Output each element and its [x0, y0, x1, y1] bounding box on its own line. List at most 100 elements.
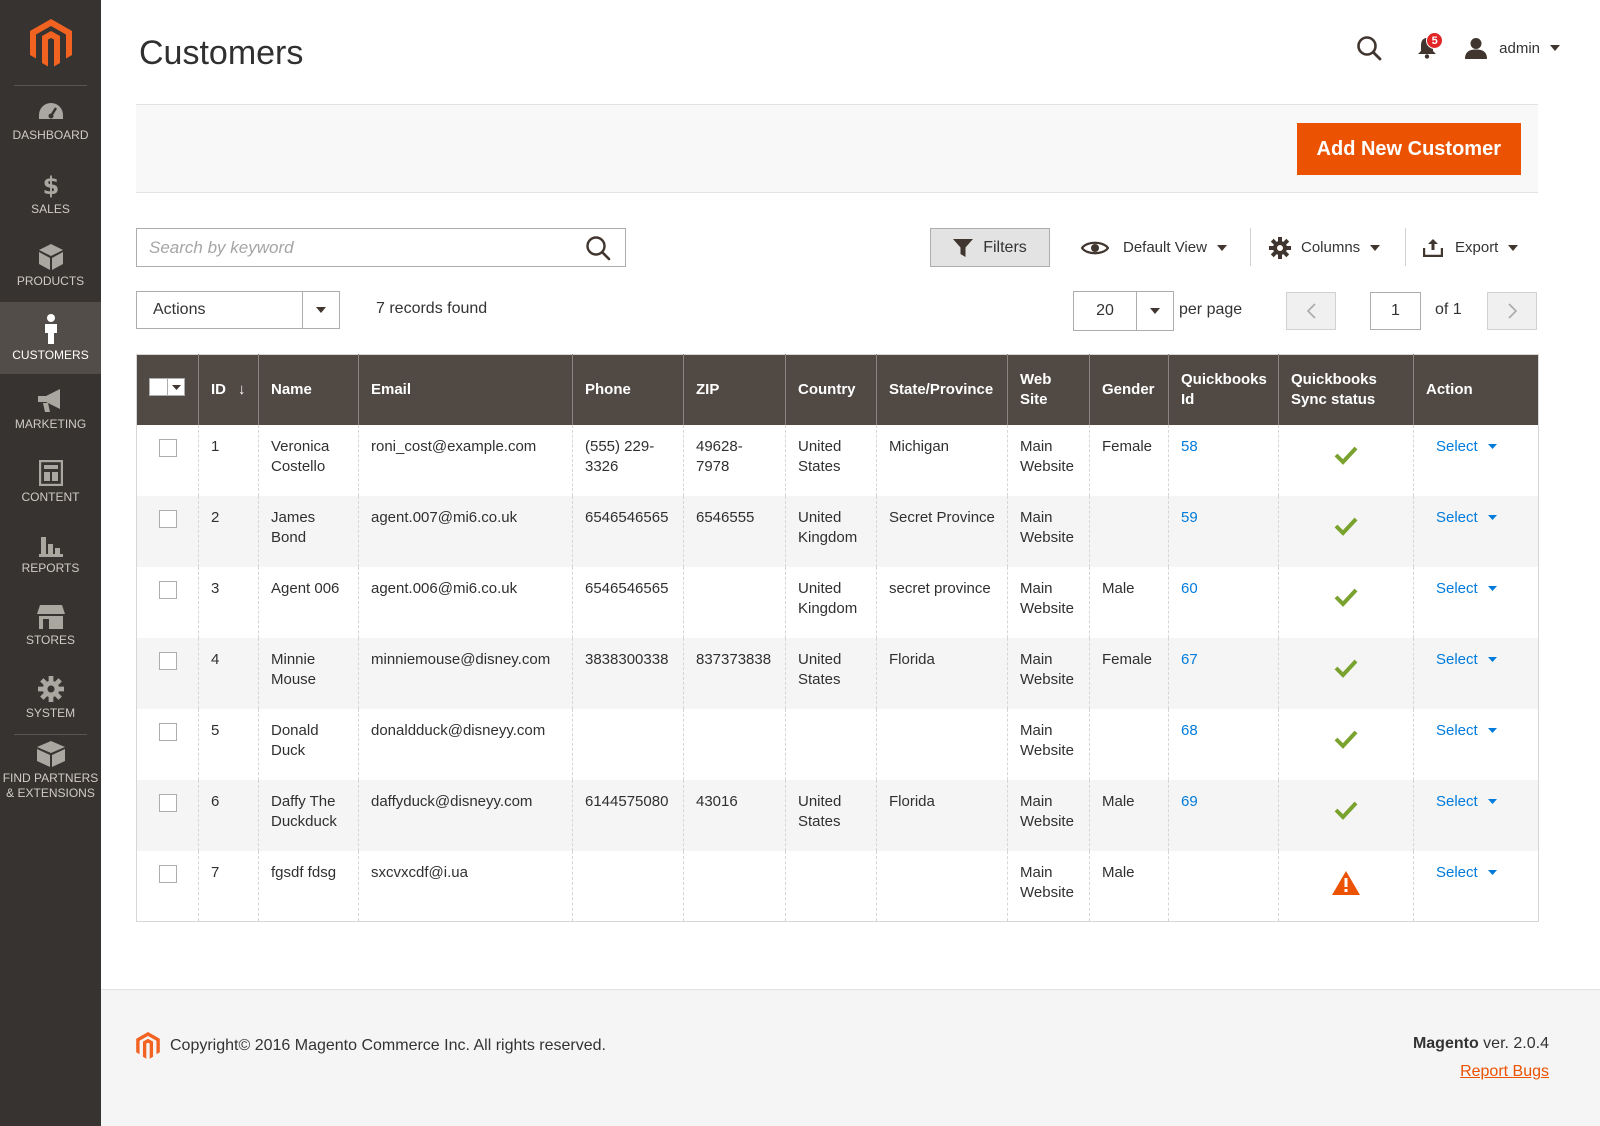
row-action-select[interactable]: Select — [1436, 437, 1497, 457]
dollar-icon: $ — [42, 172, 60, 202]
row-checkbox[interactable] — [159, 651, 177, 670]
sidebar-item-customers[interactable]: CUSTOMERS — [0, 302, 101, 374]
table-row[interactable]: 3 Agent 006 agent.006@mi6.co.uk 6546546565 U… — [136, 566, 1539, 638]
cell-id: 4 — [198, 637, 259, 709]
row-checkbox[interactable] — [159, 793, 177, 812]
cell-quickbooks-sync-status — [1278, 779, 1414, 851]
row-checkbox[interactable] — [159, 509, 177, 528]
export-icon — [1423, 238, 1443, 257]
mass-select-checkbox[interactable] — [149, 378, 185, 397]
previous-page-button[interactable] — [1286, 292, 1336, 330]
row-checkbox[interactable] — [159, 864, 177, 883]
cell-phone: 6546546565 — [572, 566, 684, 638]
notifications-button[interactable]: 5 — [1409, 30, 1445, 66]
row-action-label: Select — [1436, 650, 1478, 668]
mass-select-header — [136, 354, 199, 425]
cell-email: daffyduck@disneyy.com — [358, 779, 573, 851]
columns-dropdown[interactable]: Columns — [1269, 228, 1381, 267]
header-actions: 5 admin — [1329, 30, 1560, 66]
keyword-search-button[interactable] — [583, 233, 613, 263]
sidebar-item-system[interactable]: SYSTEM — [0, 662, 101, 734]
column-header-quickbooks-id[interactable]: Quickbooks Id — [1168, 354, 1279, 425]
mass-select-toggle[interactable] — [167, 379, 184, 396]
per-page-label: per page — [1179, 301, 1243, 318]
quickbooks-id-link[interactable]: 69 — [1181, 793, 1198, 810]
sidebar-item-label: STORES — [25, 632, 76, 647]
sidebar-item-content[interactable]: CONTENT — [0, 446, 101, 518]
cell-name: Donald Duck — [258, 708, 359, 780]
sidebar-item-stores[interactable]: STORES — [0, 590, 101, 662]
column-header-email[interactable]: Email — [358, 354, 573, 425]
notification-count-badge: 5 — [1426, 32, 1444, 49]
next-page-button[interactable] — [1487, 292, 1537, 330]
cell-quickbooks-sync-status — [1278, 850, 1414, 922]
global-search-button[interactable] — [1351, 30, 1387, 66]
row-action-select[interactable]: Select — [1436, 508, 1497, 528]
column-header-state[interactable]: State/Province — [876, 354, 1008, 425]
table-row[interactable]: 4 Minnie Mouse minniemouse@disney.com 38383… — [136, 637, 1539, 709]
column-header-id[interactable]: ID ↓ — [198, 354, 259, 425]
view-dropdown[interactable]: Default View — [1081, 228, 1227, 267]
quickbooks-id-link[interactable]: 58 — [1181, 438, 1198, 455]
column-header-country[interactable]: Country — [785, 354, 877, 425]
user-icon — [1465, 38, 1488, 59]
report-bugs-link[interactable]: Report Bugs — [1460, 1063, 1549, 1081]
table-row[interactable]: 5 Donald Duck donaldduck@disneyy.com Main W… — [136, 708, 1539, 780]
table-row[interactable]: 7 fgsdf fdsg sxcvxcdf@i.ua Main Website Male… — [136, 850, 1539, 922]
cell-quickbooks-id: 60 — [1168, 566, 1279, 638]
quickbooks-id-link[interactable]: 68 — [1181, 722, 1198, 739]
current-page-input[interactable] — [1370, 292, 1421, 330]
quickbooks-id-link[interactable]: 60 — [1181, 580, 1198, 597]
cell-email: roni_cost@example.com — [358, 424, 573, 496]
sidebar-item-reports[interactable]: REPORTS — [0, 518, 101, 590]
admin-user-menu[interactable]: admin — [1465, 37, 1560, 59]
row-checkbox[interactable] — [159, 722, 177, 741]
magento-logo[interactable] — [14, 0, 87, 86]
add-new-customer-button[interactable]: Add New Customer — [1296, 123, 1521, 175]
sidebar-item-find-partners[interactable]: FIND PARTNERS & EXTENSIONS — [0, 735, 101, 807]
row-action-select[interactable]: Select — [1436, 721, 1497, 741]
filters-button[interactable]: Filters — [930, 228, 1050, 267]
row-action-select[interactable]: Select — [1436, 863, 1497, 883]
column-header-quickbooks-sync-status[interactable]: Quickbooks Sync status — [1278, 354, 1414, 425]
export-dropdown[interactable]: Export — [1423, 228, 1519, 267]
row-action-select[interactable]: Select — [1436, 650, 1497, 670]
keyword-search-input[interactable] — [149, 237, 583, 258]
mass-actions-select[interactable]: Actions — [136, 291, 340, 329]
column-header-name[interactable]: Name — [258, 354, 359, 425]
row-checkbox[interactable] — [159, 438, 177, 457]
column-header-phone[interactable]: Phone — [572, 354, 684, 425]
cell-email: sxcvxcdf@i.ua — [358, 850, 573, 922]
sidebar-item-products[interactable]: PRODUCTS — [0, 230, 101, 302]
sidebar-item-sales[interactable]: $ SALES — [0, 158, 101, 230]
column-header-website[interactable]: Web Site — [1007, 354, 1090, 425]
column-header-gender[interactable]: Gender — [1089, 354, 1169, 425]
brand-name: Magento — [1412, 1035, 1479, 1052]
sidebar-item-label: SYSTEM — [25, 705, 76, 720]
quickbooks-id-link[interactable]: 59 — [1181, 509, 1198, 526]
per-page-select[interactable]: 20 — [1073, 291, 1174, 331]
row-action-select[interactable]: Select — [1436, 579, 1497, 599]
mass-actions-toggle[interactable] — [302, 292, 339, 328]
row-action-select[interactable]: Select — [1436, 792, 1497, 812]
magento-logo-icon — [136, 1032, 160, 1059]
table-row[interactable]: 6 Daffy The Duckduck daffyduck@disneyy.com… — [136, 779, 1539, 851]
sidebar-item-label: CONTENT — [21, 489, 80, 504]
grid-header-row: ID ↓ Name Email Phone ZIP Country State/P… — [136, 354, 1539, 425]
store-icon — [36, 604, 65, 633]
cell-country — [785, 850, 877, 922]
quickbooks-id-link[interactable]: 67 — [1181, 651, 1198, 668]
column-header-zip[interactable]: ZIP — [683, 354, 786, 425]
sidebar-item-marketing[interactable]: MARKETING — [0, 374, 101, 446]
sidebar-item-dashboard[interactable]: DASHBOARD — [0, 86, 101, 158]
row-select-cell — [136, 637, 199, 709]
per-page-toggle[interactable] — [1136, 292, 1173, 330]
cell-phone: 6144575080 — [572, 779, 684, 851]
cell-action: Select — [1413, 424, 1539, 496]
table-row[interactable]: 2 James Bond agent.007@mi6.co.uk 6546546565… — [136, 495, 1539, 567]
chevron-right-icon — [1507, 303, 1517, 319]
customers-grid: ID ↓ Name Email Phone ZIP Country State/P… — [136, 354, 1539, 922]
table-row[interactable]: 1 Veronica Costello roni_cost@example.com(… — [136, 424, 1539, 496]
chevron-down-icon — [1487, 586, 1497, 591]
row-checkbox[interactable] — [159, 580, 177, 599]
